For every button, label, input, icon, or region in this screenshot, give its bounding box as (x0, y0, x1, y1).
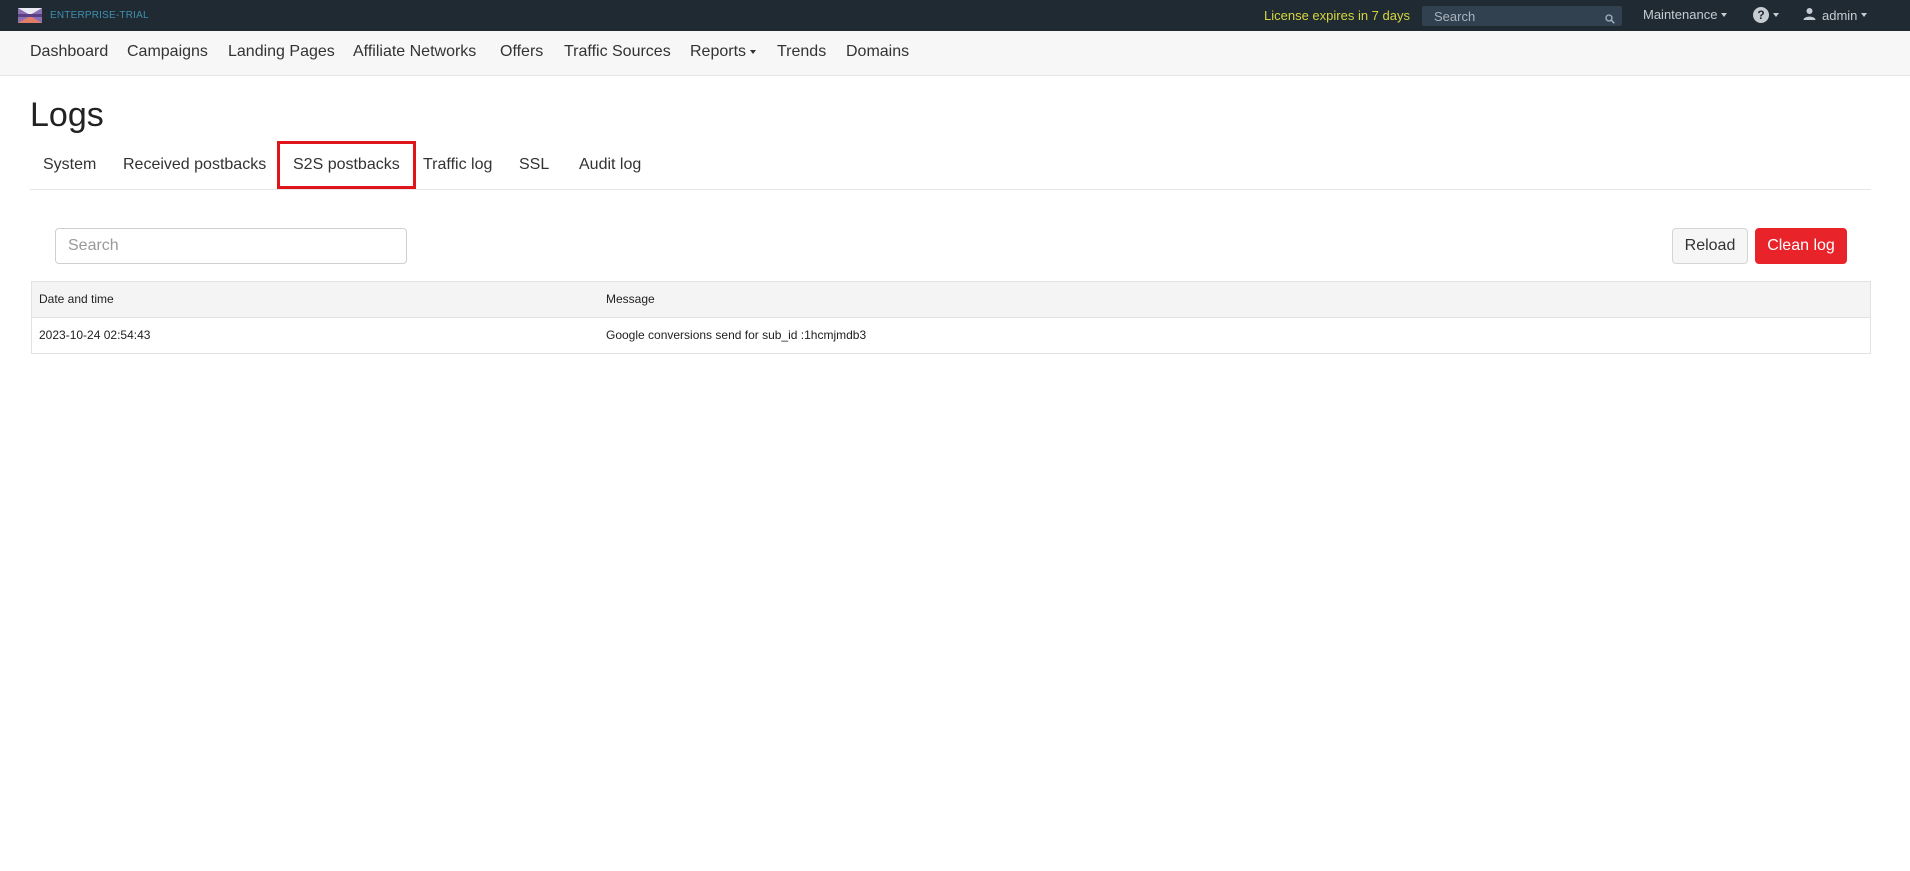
help-circle-icon: ? (1753, 7, 1769, 23)
search-icon (1605, 11, 1615, 29)
nav-item-dashboard[interactable]: Dashboard (30, 43, 108, 61)
top-bar: ENTERPRISE-TRIAL License expires in 7 da… (0, 0, 1910, 31)
column-header-message[interactable]: Message (599, 282, 1870, 318)
column-header-date[interactable]: Date and time (32, 282, 599, 318)
license-notice[interactable]: License expires in 7 days (1264, 8, 1410, 23)
main-nav: Dashboard Campaigns Landing Pages Affili… (0, 31, 1910, 76)
user-name: admin (1822, 7, 1858, 23)
maintenance-label: Maintenance (1643, 7, 1718, 22)
chevron-down-icon (1773, 13, 1779, 17)
brand[interactable]: ENTERPRISE-TRIAL (18, 7, 149, 24)
log-tabs: System Received postbacks S2S postbacks … (30, 140, 1871, 190)
global-search-input[interactable] (1422, 6, 1622, 26)
nav-item-landing-pages[interactable]: Landing Pages (228, 43, 335, 61)
tab-s2s-postbacks[interactable]: S2S postbacks (277, 141, 416, 189)
chevron-down-icon (750, 50, 757, 54)
tab-received-postbacks[interactable]: Received postbacks (110, 140, 279, 189)
nav-item-traffic-sources[interactable]: Traffic Sources (564, 43, 671, 61)
tab-traffic-log[interactable]: Traffic log (410, 140, 505, 189)
cell-message: Google conversions send for sub_id :1hcm… (606, 328, 867, 343)
help-menu[interactable]: ? (1753, 7, 1779, 23)
log-search-input[interactable] (56, 229, 406, 263)
reload-button[interactable]: Reload (1672, 228, 1748, 264)
nav-item-reports[interactable]: Reports (690, 43, 757, 61)
user-icon (1803, 7, 1816, 23)
brand-text: ENTERPRISE-TRIAL (50, 10, 149, 21)
nav-item-campaigns[interactable]: Campaigns (127, 43, 208, 61)
chevron-down-icon (1861, 13, 1868, 17)
user-menu[interactable]: admin (1803, 7, 1868, 23)
nav-item-affiliate-networks[interactable]: Affiliate Networks (353, 43, 476, 61)
nav-item-trends[interactable]: Trends (777, 43, 826, 61)
nav-item-domains[interactable]: Domains (846, 43, 909, 61)
page-title: Logs (30, 96, 104, 134)
global-search[interactable] (1422, 6, 1622, 26)
tab-system[interactable]: System (30, 140, 109, 189)
log-search[interactable] (55, 228, 407, 264)
cell-date: 2023-10-24 02:54:43 (39, 328, 151, 343)
nav-item-offers[interactable]: Offers (500, 43, 543, 61)
log-table: Date and time Message 2023-10-24 02:54:4… (31, 281, 1871, 354)
nav-item-reports-label: Reports (690, 43, 747, 60)
tab-audit-log[interactable]: Audit log (566, 140, 654, 189)
maintenance-menu[interactable]: Maintenance (1643, 7, 1728, 22)
table-header-row: Date and time Message (32, 282, 1870, 318)
clean-log-button[interactable]: Clean log (1755, 228, 1847, 264)
table-row: 2023-10-24 02:54:43 Google conversions s… (32, 317, 1870, 353)
brand-logo-icon (18, 8, 42, 23)
chevron-down-icon (1721, 12, 1728, 17)
tab-ssl[interactable]: SSL (506, 140, 562, 189)
